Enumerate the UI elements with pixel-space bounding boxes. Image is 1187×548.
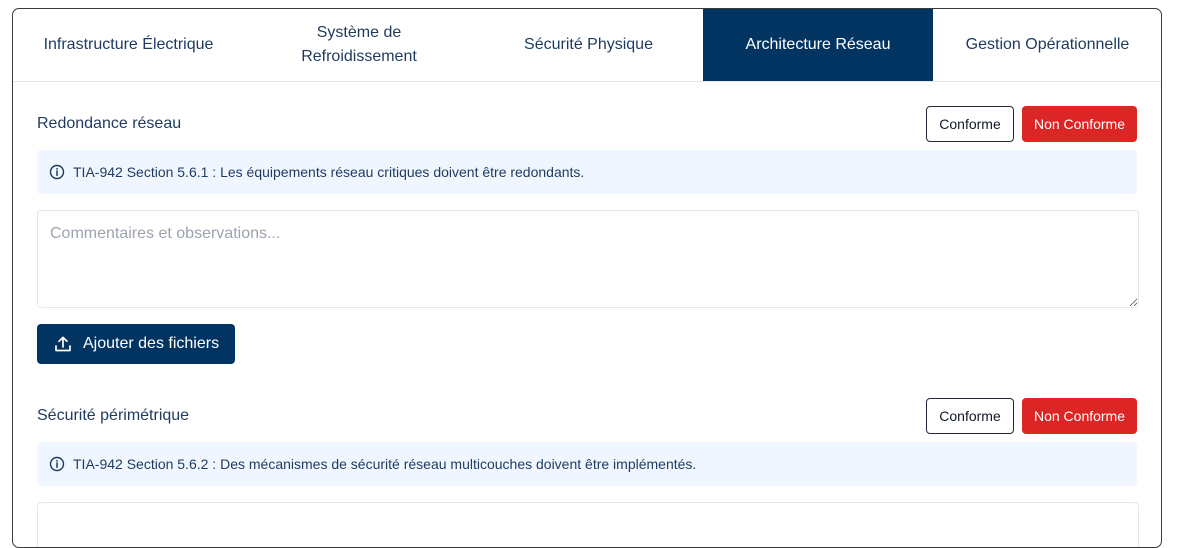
- tab-bar: Infrastructure Électrique Système de Ref…: [13, 9, 1161, 82]
- tab-gestion-operationnelle[interactable]: Gestion Opérationnelle: [933, 9, 1161, 81]
- tab-architecture-reseau[interactable]: Architecture Réseau: [703, 9, 933, 81]
- upload-icon: [53, 334, 73, 354]
- conforme-button[interactable]: Conforme: [926, 106, 1014, 142]
- add-files-button[interactable]: Ajouter des fichiers: [37, 324, 236, 364]
- add-files-label: Ajouter des fichiers: [83, 335, 220, 352]
- info-box: TIA-942 Section 5.6.1 : Les équipements …: [37, 150, 1137, 194]
- compliance-buttons: Conforme Non Conforme: [926, 398, 1137, 434]
- info-circle-icon: [49, 164, 65, 180]
- non-conforme-button[interactable]: Non Conforme: [1022, 398, 1137, 434]
- info-circle-icon: [49, 456, 65, 472]
- section-title: Sécurité périmétrique: [37, 407, 190, 424]
- compliance-buttons: Conforme Non Conforme: [926, 106, 1137, 142]
- tab-systeme-refroidissement[interactable]: Système de Refroidissement: [244, 9, 474, 81]
- info-text: TIA-942 Section 5.6.1 : Les équipements …: [73, 164, 585, 180]
- conforme-button[interactable]: Conforme: [926, 398, 1014, 434]
- info-box: TIA-942 Section 5.6.2 : Des mécanismes d…: [37, 442, 1137, 486]
- tab-infrastructure-electrique[interactable]: Infrastructure Électrique: [13, 9, 244, 81]
- comments-textarea[interactable]: [37, 210, 1139, 308]
- tab-content: Redondance réseau Conforme Non Conforme …: [13, 106, 1161, 547]
- section-header: Sécurité périmétrique Conforme Non Confo…: [37, 398, 1137, 434]
- section-redondance-reseau: Redondance réseau Conforme Non Conforme …: [37, 106, 1139, 364]
- section-securite-perimetrique: Sécurité périmétrique Conforme Non Confo…: [37, 398, 1139, 547]
- tab-securite-physique[interactable]: Sécurité Physique: [474, 9, 703, 81]
- info-text: TIA-942 Section 5.6.2 : Des mécanismes d…: [73, 456, 697, 472]
- non-conforme-button[interactable]: Non Conforme: [1022, 106, 1137, 142]
- section-title: Redondance réseau: [37, 115, 182, 132]
- tab-systeme-refroidissement-label: Système de Refroidissement: [301, 24, 417, 65]
- audit-card: Infrastructure Électrique Système de Ref…: [12, 8, 1162, 548]
- section-header: Redondance réseau Conforme Non Conforme: [37, 106, 1137, 142]
